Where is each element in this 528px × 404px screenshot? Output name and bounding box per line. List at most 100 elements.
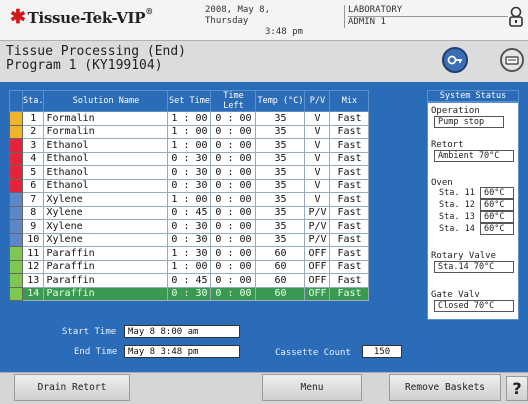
end-time-label: End Time	[74, 347, 118, 357]
pressure-vacuum: V	[304, 124, 331, 139]
gate-valve-value: Closed 70°C	[434, 300, 514, 312]
oven-sta-label: Sta. 12	[439, 200, 475, 210]
solution-name: Ethanol	[43, 165, 169, 180]
solution-name: Xylene	[43, 219, 169, 234]
mix-speed: Fast	[329, 111, 370, 126]
pressure-vacuum: P/V	[304, 219, 331, 234]
temperature: 35	[255, 205, 306, 220]
station-row: 6 Ethanol 0 : 30 0 : 00 35 V Fast	[9, 178, 370, 193]
cassette-count-label: Cassette Count	[275, 348, 351, 358]
date-time-display: 2008, May 8, Thursday 3:48 pm	[205, 5, 315, 38]
brand-name: Tissue-Tek	[27, 9, 112, 27]
station-row: 1 Formalin 1 : 00 0 : 00 35 V Fast	[9, 111, 370, 126]
help-button[interactable]: ?	[506, 376, 528, 401]
time-left: 0 : 00	[210, 246, 257, 261]
station-number: 9	[21, 219, 45, 234]
time-left: 0 : 00	[210, 138, 257, 153]
mix-speed: Fast	[329, 246, 370, 261]
mix-speed: Fast	[329, 165, 370, 180]
user-name: ADMIN 1	[348, 16, 508, 28]
remove-baskets-button[interactable]: Remove Baskets	[389, 374, 501, 401]
oven-label: Oven	[431, 178, 453, 188]
oven-sta-label: Sta. 13	[439, 212, 475, 222]
date-text: 2008, May 8, Thursday	[205, 5, 271, 26]
set-time: 0 : 30	[167, 219, 212, 234]
solution-name: Formalin	[43, 124, 169, 139]
temperature: 35	[255, 219, 306, 234]
station-row: 2 Formalin 1 : 00 0 : 00 35 V Fast	[9, 124, 370, 139]
set-time: 1 : 00	[167, 259, 212, 274]
col-header-time-left: Time Left	[210, 90, 257, 112]
retort-value: Ambient 70°C	[434, 150, 514, 162]
solution-name: Paraffin	[43, 259, 169, 274]
oven-sta-label: Sta. 14	[439, 224, 475, 234]
time-left: 0 : 00	[210, 111, 257, 126]
station-row: 10 Xylene 0 : 30 0 : 00 35 P/V Fast	[9, 232, 370, 247]
pressure-vacuum: P/V	[304, 232, 331, 247]
set-time: 1 : 00	[167, 138, 212, 153]
station-number: 12	[21, 259, 45, 274]
temperature: 35	[255, 124, 306, 139]
set-time: 1 : 00	[167, 192, 212, 207]
time-left: 0 : 00	[210, 124, 257, 139]
mix-speed: Fast	[329, 138, 370, 153]
start-time-value: May 8 8:00 am	[124, 325, 240, 338]
operation-value: Pump stop	[434, 116, 504, 128]
cassette-icon[interactable]	[500, 48, 524, 72]
col-header-temp: Temp (°C)	[255, 90, 306, 112]
station-number: 2	[21, 124, 45, 139]
solution-name: Formalin	[43, 111, 169, 126]
station-number: 10	[21, 232, 45, 247]
pressure-vacuum: V	[304, 151, 331, 166]
temperature: 35	[255, 192, 306, 207]
solution-name: Paraffin	[43, 286, 169, 301]
pressure-vacuum: V	[304, 138, 331, 153]
station-row: 12 Paraffin 1 : 00 0 : 00 60 OFF Fast	[9, 259, 370, 274]
mix-speed: Fast	[329, 151, 370, 166]
rotary-valve-value: Sta.14 70°C	[434, 261, 514, 273]
key-icon[interactable]	[442, 47, 468, 73]
col-header-set-time: Set Time	[167, 90, 212, 112]
temperature: 35	[255, 165, 306, 180]
temperature: 35	[255, 111, 306, 126]
reagent-color-swatch	[9, 286, 23, 301]
mix-speed: Fast	[329, 124, 370, 139]
station-row: 4 Ethanol 0 : 30 0 : 00 35 V Fast	[9, 151, 370, 166]
set-time: 0 : 30	[167, 286, 212, 301]
time-left: 0 : 00	[210, 219, 257, 234]
solution-name: Paraffin	[43, 246, 169, 261]
pressure-vacuum: OFF	[304, 273, 331, 288]
solution-name: Ethanol	[43, 178, 169, 193]
temperature: 60	[255, 246, 306, 261]
drain-retort-button[interactable]: Drain Retort	[14, 374, 130, 401]
station-number: 14	[21, 286, 45, 301]
station-number: 8	[21, 205, 45, 220]
reagent-color-swatch	[9, 124, 23, 139]
reagent-color-swatch	[9, 259, 23, 274]
end-time-value: May 8 3:48 pm	[124, 345, 240, 358]
temperature: 35	[255, 138, 306, 153]
station-row: 8 Xylene 0 : 45 0 : 00 35 P/V Fast	[9, 205, 370, 220]
mix-speed: Fast	[329, 178, 370, 193]
col-header-mix: Mix	[329, 90, 370, 112]
station-row: 5 Ethanol 0 : 30 0 : 00 35 V Fast	[9, 165, 370, 180]
pressure-vacuum: P/V	[304, 205, 331, 220]
user-icon[interactable]	[506, 6, 526, 28]
system-status-heading: System Status	[427, 90, 519, 102]
reagent-color-swatch	[9, 246, 23, 261]
time-left: 0 : 00	[210, 259, 257, 274]
set-time: 1 : 00	[167, 124, 212, 139]
mix-speed: Fast	[329, 232, 370, 247]
reagent-color-swatch	[9, 111, 23, 126]
retort-label: Retort	[431, 140, 464, 150]
oven-sta-value: 60°C	[480, 223, 514, 235]
menu-button[interactable]: Menu	[262, 374, 362, 401]
set-time: 0 : 30	[167, 178, 212, 193]
reagent-color-swatch	[9, 232, 23, 247]
set-time: 0 : 30	[167, 165, 212, 180]
station-number: 13	[21, 273, 45, 288]
station-row: 3 Ethanol 1 : 00 0 : 00 35 V Fast	[9, 138, 370, 153]
time-left: 0 : 00	[210, 232, 257, 247]
station-number: 11	[21, 246, 45, 261]
gate-valve-label: Gate Valv	[431, 290, 480, 300]
